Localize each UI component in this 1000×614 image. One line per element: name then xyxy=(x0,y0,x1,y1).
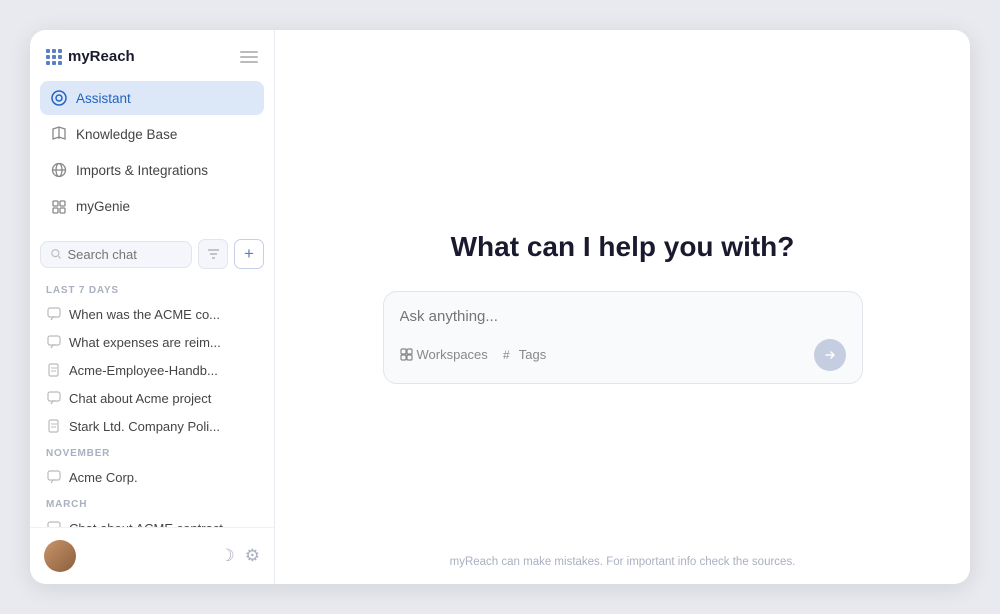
nav-label-mygenie: myGenie xyxy=(76,199,130,214)
tags-tag[interactable]: # Tags xyxy=(502,347,546,362)
search-area: + xyxy=(30,233,274,277)
sidebar-footer: ☽ ⚙ xyxy=(30,527,274,584)
tags-label: Tags xyxy=(519,347,546,362)
chat-icon-nov xyxy=(46,469,62,485)
send-button[interactable] xyxy=(814,339,846,371)
history-item-1[interactable]: What expenses are reim... xyxy=(40,328,264,356)
search-input[interactable] xyxy=(67,247,181,262)
logo-icon xyxy=(46,49,62,65)
svg-text:#: # xyxy=(503,348,510,361)
chat-icon-3 xyxy=(46,390,62,406)
workspaces-label: Workspaces xyxy=(417,347,488,362)
main-content: What can I help you with? Workspaces xyxy=(275,30,970,584)
knowledge-base-icon xyxy=(50,125,68,143)
ask-tags: Workspaces # Tags xyxy=(400,347,547,362)
footer-note: myReach can make mistakes. For important… xyxy=(450,556,796,568)
ask-input[interactable] xyxy=(400,308,846,325)
chat-icon-mar xyxy=(46,520,62,527)
nav-label-knowledge-base: Knowledge Base xyxy=(76,127,177,142)
filter-button[interactable] xyxy=(198,239,228,269)
dark-mode-icon[interactable]: ☽ xyxy=(220,546,235,566)
chat-icon-1 xyxy=(46,334,62,350)
history-item-2[interactable]: Acme-Employee-Handb... xyxy=(40,356,264,384)
history-item-4[interactable]: Stark Ltd. Company Poli... xyxy=(40,412,264,440)
history-text-nov-0: Acme Corp. xyxy=(69,470,138,485)
chat-icon-0 xyxy=(46,306,62,322)
nav-section: Assistant Knowledge Base xyxy=(30,77,274,233)
file-icon-1 xyxy=(46,418,62,434)
history-text-4: Stark Ltd. Company Poli... xyxy=(69,419,220,434)
collapse-button[interactable] xyxy=(240,51,258,63)
sidebar: myReach Assistant xyxy=(30,30,275,584)
history-text-1: What expenses are reim... xyxy=(69,335,221,350)
history-text-3: Chat about Acme project xyxy=(69,391,211,406)
avatar[interactable] xyxy=(44,540,76,572)
history-item-0[interactable]: When was the ACME co... xyxy=(40,300,264,328)
history-item-3[interactable]: Chat about Acme project xyxy=(40,384,264,412)
history-item-mar-0[interactable]: Chat about ACME contract xyxy=(40,514,264,527)
ask-bottom: Workspaces # Tags xyxy=(400,339,846,371)
search-icon xyxy=(51,248,61,260)
history-section: Last 7 Days When was the ACME co... What… xyxy=(30,277,274,527)
history-text-0: When was the ACME co... xyxy=(69,307,220,322)
history-label-march: March xyxy=(40,491,264,514)
mygenie-icon xyxy=(50,197,68,215)
history-label-november: November xyxy=(40,440,264,463)
tags-icon: # xyxy=(502,348,515,361)
assistant-icon xyxy=(50,89,68,107)
logo-text: myReach xyxy=(68,48,135,65)
workspaces-tag[interactable]: Workspaces xyxy=(400,347,488,362)
nav-label-imports: Imports & Integrations xyxy=(76,163,208,178)
sidebar-header: myReach xyxy=(30,30,274,77)
nav-item-mygenie[interactable]: myGenie xyxy=(40,189,264,223)
logo: myReach xyxy=(46,48,135,65)
nav-item-imports-integrations[interactable]: Imports & Integrations xyxy=(40,153,264,187)
settings-icon[interactable]: ⚙ xyxy=(245,546,260,566)
footer-icons: ☽ ⚙ xyxy=(220,546,261,566)
nav-item-assistant[interactable]: Assistant xyxy=(40,81,264,115)
workspaces-icon xyxy=(400,348,413,361)
nav-label-assistant: Assistant xyxy=(76,91,131,106)
search-wrap xyxy=(40,241,192,268)
history-label-recent: Last 7 Days xyxy=(40,277,264,300)
history-item-nov-0[interactable]: Acme Corp. xyxy=(40,463,264,491)
file-icon-0 xyxy=(46,362,62,378)
ask-box: Workspaces # Tags xyxy=(383,291,863,384)
new-chat-button[interactable]: + xyxy=(234,239,264,269)
main-title: What can I help you with? xyxy=(451,231,795,263)
history-text-2: Acme-Employee-Handb... xyxy=(69,363,218,378)
nav-item-knowledge-base[interactable]: Knowledge Base xyxy=(40,117,264,151)
imports-icon xyxy=(50,161,68,179)
